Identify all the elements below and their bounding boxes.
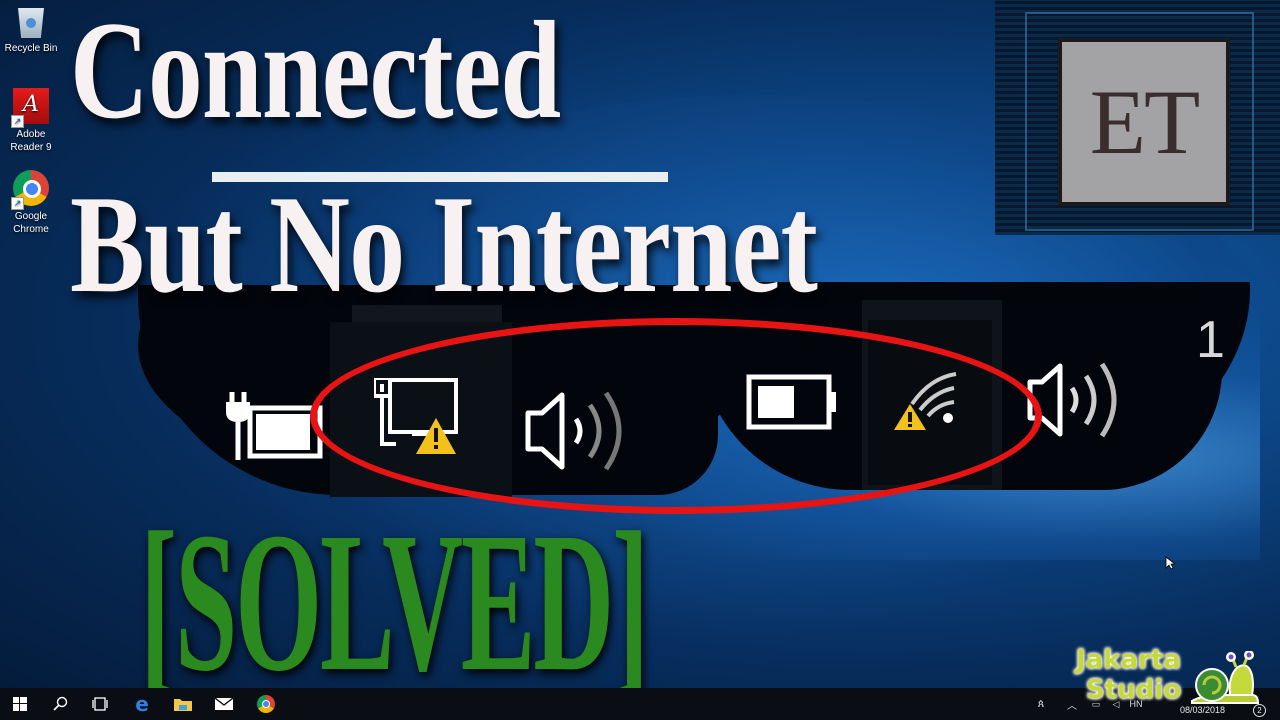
shortcut-arrow-icon: ↗ [11,115,24,128]
studio-logo: Jakarta Studio [1072,644,1272,717]
start-button[interactable] [0,688,40,720]
volume-icon [1027,362,1117,438]
partial-clock-digit: 1 [1196,311,1225,369]
desktop-icon-label: Google [14,211,48,222]
chrome-icon: ↗ [11,170,49,210]
studio-logo-line-1: Jakarta [1075,644,1182,676]
file-explorer-icon [174,699,192,711]
power-plug-battery-icon [226,392,323,460]
start-icon [13,697,27,711]
mail-icon [215,698,233,710]
mouse-cursor-icon [1165,556,1175,570]
highlight-ellipse [310,318,1042,514]
mail-button[interactable] [204,688,244,720]
studio-logo-line-2: Studio [1085,674,1182,706]
people-button[interactable]: ጰ [1026,688,1056,720]
task-view-button[interactable] [80,688,120,720]
people-icon: ጰ [1037,697,1045,710]
chrome-icon [257,695,275,713]
task-view-icon [92,697,108,711]
edge-icon: e [135,692,149,716]
recycle-bin-icon [18,8,44,38]
channel-logo: ET [1058,38,1230,206]
desktop-icon-recycle-bin[interactable]: Recycle Bin [0,6,62,55]
search-button[interactable] [40,688,80,720]
desktop-icon-label: Recycle Bin [4,43,58,54]
shortcut-arrow-icon: ↗ [11,197,24,210]
solved-label: [SOLVED] [140,492,649,713]
desktop-icon-google-chrome[interactable]: ↗ Google Chrome [0,170,62,236]
channel-logo-text: ET [1089,71,1200,173]
adobe-reader-icon: ↗ [11,88,49,128]
chrome-taskbar-button[interactable] [246,688,286,720]
search-icon [53,696,68,711]
desktop-icon-label: Adobe [16,129,46,140]
headline-line-2: But No Internet [70,167,818,322]
file-explorer-button[interactable] [163,688,203,720]
desktop-icon-label: Chrome [13,224,49,235]
snail-mascot-icon [1191,651,1260,704]
desktop-icon-adobe-reader[interactable]: ↗ Adobe Reader 9 [0,88,62,154]
headline-line-1: Connected [70,0,561,148]
edge-button[interactable]: e [122,688,162,720]
desktop-icon-label: Reader 9 [10,142,52,153]
